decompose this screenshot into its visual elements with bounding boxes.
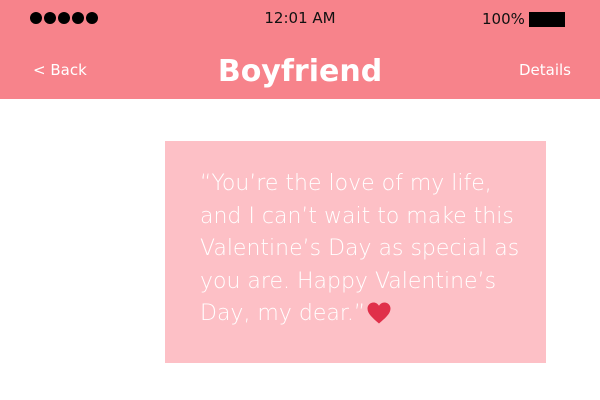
heart-icon (367, 302, 391, 324)
message-line: and I can’t wait to make this (200, 203, 514, 229)
message-line: Valentine’s Day as special as (200, 236, 520, 261)
message-line: “You’re the love of my life, (200, 171, 492, 196)
details-button[interactable]: Details (519, 61, 571, 79)
battery-icon (529, 12, 565, 27)
conversation-title: Boyfriend (217, 54, 383, 89)
message-line: Day, my dear.” (200, 301, 366, 326)
message-line: you are. Happy Valentine’s (200, 268, 497, 294)
back-button[interactable]: < Back (33, 61, 87, 79)
message-text: “You’re the love of my life, and I can’t… (200, 168, 526, 331)
battery-percent: 100% (482, 10, 525, 28)
message-bubble[interactable]: “You’re the love of my life, and I can’t… (165, 141, 546, 363)
navigation-header: 12:01 AM 100% < Back Boyfriend Details (0, 0, 600, 99)
